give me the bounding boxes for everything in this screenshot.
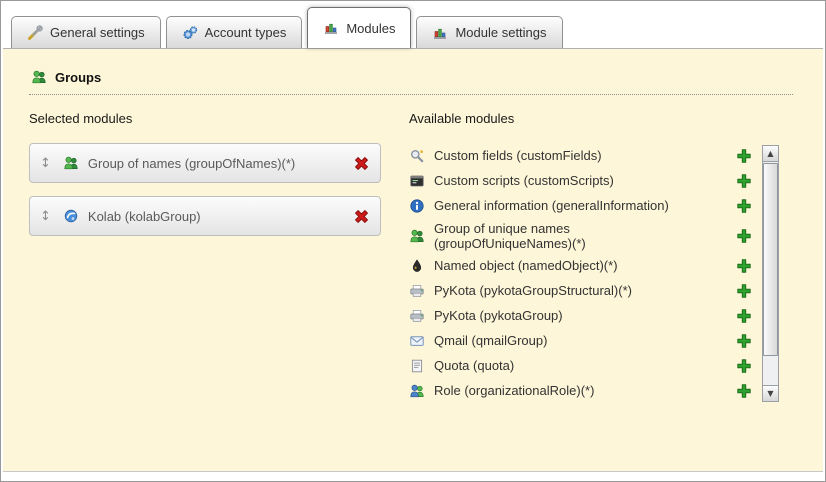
scrollbar-thumb[interactable] — [763, 163, 778, 356]
available-modules-list: Custom fields (customFields) Custom scri… — [409, 143, 779, 404]
add-module-button[interactable] — [736, 358, 752, 374]
mail-icon — [409, 333, 425, 349]
add-module-button[interactable] — [736, 308, 752, 324]
available-module-label: Custom fields (customFields) — [434, 148, 602, 163]
available-module-row: Named object (namedObject)(*) — [409, 254, 752, 279]
remove-module-button[interactable] — [353, 208, 370, 225]
tab-module-settings[interactable]: Module settings — [416, 16, 562, 48]
selected-modules-heading: Selected modules — [29, 111, 381, 126]
tab-label: Module settings — [455, 25, 546, 40]
add-module-button[interactable] — [736, 383, 752, 399]
available-module-label: PyKota (pykotaGroup) — [434, 308, 563, 323]
available-modules-panel: Available modules Custom fields (customF… — [409, 111, 797, 404]
available-module-row: Group of unique names (groupOfUniqueName… — [409, 218, 752, 254]
add-module-button[interactable] — [736, 198, 752, 214]
available-modules-heading: Available modules — [409, 111, 797, 126]
available-module-row: Custom scripts (customScripts) — [409, 168, 752, 193]
gears-icon — [182, 25, 198, 41]
add-module-button[interactable] — [736, 283, 752, 299]
tab-modules[interactable]: Modules — [307, 7, 411, 48]
selected-module-label: Kolab (kolabGroup) — [88, 209, 353, 224]
settings-window: General settings Account types Modules M… — [0, 0, 826, 482]
add-module-button[interactable] — [736, 228, 752, 244]
selected-modules-panel: Selected modules ↕ Group of names (group… — [29, 111, 381, 404]
role-icon — [409, 383, 425, 399]
available-module-label: Qmail (qmailGroup) — [434, 333, 547, 348]
quota-icon — [409, 358, 425, 374]
tab-label: Account types — [205, 25, 287, 40]
available-module-row: Role (organizationalRole)(*) — [409, 379, 752, 404]
tab-account-types[interactable]: Account types — [166, 16, 303, 48]
available-module-row: Custom fields (customFields) — [409, 143, 752, 168]
custom-fields-icon — [409, 148, 425, 164]
scrollbar-up-button[interactable]: ▲ — [763, 146, 778, 162]
modules-chart-icon — [323, 20, 339, 36]
kolab-icon — [63, 208, 79, 224]
available-module-label: General information (generalInformation) — [434, 198, 669, 213]
selected-module-row: ↕ Kolab (kolabGroup) — [29, 196, 381, 236]
available-module-label: Group of unique names (groupOfUniqueName… — [434, 221, 699, 252]
remove-module-button[interactable] — [353, 155, 370, 172]
selected-module-row: ↕ Group of names (groupOfNames)(*) — [29, 143, 381, 183]
tab-label: Modules — [346, 21, 395, 36]
info-icon — [409, 198, 425, 214]
available-module-label: Role (organizationalRole)(*) — [434, 383, 594, 398]
available-module-label: Custom scripts (customScripts) — [434, 173, 614, 188]
scrollbar[interactable]: ▲ ▼ — [762, 145, 779, 402]
add-module-button[interactable] — [736, 173, 752, 189]
add-module-button[interactable] — [736, 148, 752, 164]
section-header: Groups — [29, 69, 793, 95]
add-module-button[interactable] — [736, 333, 752, 349]
tab-label: General settings — [50, 25, 145, 40]
groups-icon — [31, 69, 47, 85]
tab-bar: General settings Account types Modules M… — [1, 1, 825, 48]
named-object-icon — [409, 258, 425, 274]
group-icon — [63, 155, 79, 171]
selected-module-label: Group of names (groupOfNames)(*) — [88, 156, 353, 171]
custom-scripts-icon — [409, 173, 425, 189]
tools-icon — [27, 25, 43, 41]
content-panel: Groups Selected modules ↕ Group of names… — [3, 48, 823, 472]
available-module-row: PyKota (pykotaGroupStructural)(*) — [409, 279, 752, 304]
modules-chart-icon — [432, 25, 448, 41]
drag-handle-icon[interactable]: ↕ — [40, 209, 51, 224]
available-module-label: PyKota (pykotaGroupStructural)(*) — [434, 283, 632, 298]
group-icon — [409, 228, 425, 244]
available-module-row: Quota (quota) — [409, 354, 752, 379]
drag-handle-icon[interactable]: ↕ — [40, 156, 51, 171]
add-module-button[interactable] — [736, 258, 752, 274]
section-title: Groups — [55, 70, 101, 85]
available-module-row: Qmail (qmailGroup) — [409, 329, 752, 354]
available-module-label: Named object (namedObject)(*) — [434, 258, 618, 273]
printer-icon — [409, 308, 425, 324]
available-module-label: Quota (quota) — [434, 358, 514, 373]
available-module-row: PyKota (pykotaGroup) — [409, 304, 752, 329]
tab-general-settings[interactable]: General settings — [11, 16, 161, 48]
available-module-row: General information (generalInformation) — [409, 193, 752, 218]
printer-icon — [409, 283, 425, 299]
scrollbar-down-button[interactable]: ▼ — [763, 385, 778, 401]
